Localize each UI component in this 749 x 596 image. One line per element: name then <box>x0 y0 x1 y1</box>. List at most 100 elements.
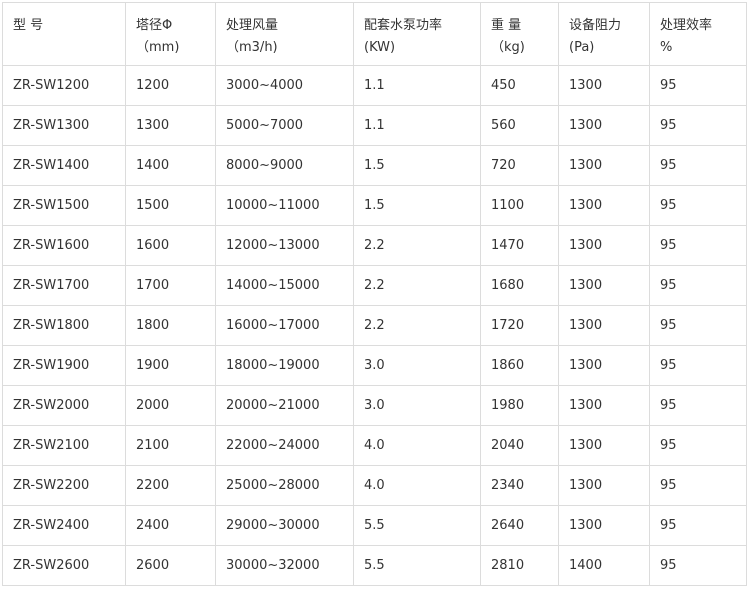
cell-efficiency: 95 <box>649 105 747 146</box>
cell-model: ZR-SW1900 <box>2 345 126 386</box>
header-row: 型 号 塔径Φ （mm) 处理风量 （m3/h) 配套水泵功率 (KW) 重 量… <box>2 2 747 66</box>
cell-efficiency: 95 <box>649 545 747 586</box>
cell-airflow: 20000~21000 <box>215 385 354 426</box>
cell-weight: 560 <box>480 105 559 146</box>
table-row: ZR-SW1200 1200 3000~4000 1.1 450 1300 95 <box>2 65 747 106</box>
cell-model: ZR-SW1600 <box>2 225 126 266</box>
cell-resistance: 1300 <box>558 425 650 466</box>
table-row: ZR-SW1800 1800 16000~17000 2.2 1720 1300 95 <box>2 305 747 346</box>
cell-resistance: 1300 <box>558 105 650 146</box>
cell-efficiency: 95 <box>649 465 747 506</box>
cell-airflow: 12000~13000 <box>215 225 354 266</box>
cell-resistance: 1300 <box>558 345 650 386</box>
header-cell-weight: 重 量 （kg) <box>480 2 559 66</box>
header-cell-resistance: 设备阻力 (Pa) <box>558 2 650 66</box>
cell-efficiency: 95 <box>649 345 747 386</box>
cell-weight: 2340 <box>480 465 559 506</box>
cell-weight: 1860 <box>480 345 559 386</box>
cell-airflow: 25000~28000 <box>215 465 354 506</box>
cell-pump-power: 5.5 <box>353 505 481 546</box>
cell-airflow: 16000~17000 <box>215 305 354 346</box>
header-unit: （m3/h) <box>226 40 278 55</box>
cell-pump-power: 2.2 <box>353 225 481 266</box>
header-label: 处理效率 <box>660 18 713 33</box>
cell-model: ZR-SW1800 <box>2 305 126 346</box>
cell-airflow: 29000~30000 <box>215 505 354 546</box>
cell-airflow: 8000~9000 <box>215 145 354 186</box>
cell-model: ZR-SW2400 <box>2 505 126 546</box>
cell-weight: 1100 <box>480 185 559 226</box>
cell-weight: 1470 <box>480 225 559 266</box>
cell-resistance: 1300 <box>558 65 650 106</box>
header-cell-efficiency: 处理效率 % <box>649 2 747 66</box>
cell-weight: 450 <box>480 65 559 106</box>
header-cell-airflow: 处理风量 （m3/h) <box>215 2 354 66</box>
cell-resistance: 1300 <box>558 225 650 266</box>
cell-diameter: 1600 <box>125 225 216 266</box>
table-row: ZR-SW1900 1900 18000~19000 3.0 1860 1300 95 <box>2 345 747 386</box>
cell-efficiency: 95 <box>649 505 747 546</box>
cell-efficiency: 95 <box>649 385 747 426</box>
header-label: 处理风量 <box>226 18 279 33</box>
cell-diameter: 1900 <box>125 345 216 386</box>
table-row: ZR-SW2000 2000 20000~21000 3.0 1980 1300 95 <box>2 385 747 426</box>
header-cell-pump-power: 配套水泵功率 (KW) <box>353 2 481 66</box>
cell-efficiency: 95 <box>649 185 747 226</box>
table-row: ZR-SW1300 1300 5000~7000 1.1 560 1300 95 <box>2 105 747 146</box>
cell-airflow: 30000~32000 <box>215 545 354 586</box>
header-cell-model: 型 号 <box>2 2 126 66</box>
cell-diameter: 2400 <box>125 505 216 546</box>
table-row: ZR-SW1700 1700 14000~15000 2.2 1680 1300 95 <box>2 265 747 306</box>
cell-diameter: 2600 <box>125 545 216 586</box>
cell-airflow: 22000~24000 <box>215 425 354 466</box>
cell-resistance: 1400 <box>558 545 650 586</box>
header-label: 设备阻力 <box>569 18 622 33</box>
cell-diameter: 1700 <box>125 265 216 306</box>
cell-airflow: 10000~11000 <box>215 185 354 226</box>
cell-airflow: 5000~7000 <box>215 105 354 146</box>
cell-diameter: 2100 <box>125 425 216 466</box>
cell-model: ZR-SW2100 <box>2 425 126 466</box>
cell-pump-power: 5.5 <box>353 545 481 586</box>
header-unit: (Pa) <box>569 40 595 55</box>
cell-pump-power: 1.1 <box>353 105 481 146</box>
header-unit: (KW) <box>364 40 396 55</box>
cell-resistance: 1300 <box>558 265 650 306</box>
cell-pump-power: 1.5 <box>353 185 481 226</box>
table-row: ZR-SW2100 2100 22000~24000 4.0 2040 1300 95 <box>2 425 747 466</box>
cell-weight: 1680 <box>480 265 559 306</box>
header-label: 配套水泵功率 <box>364 18 443 33</box>
header-unit: （kg) <box>491 40 525 55</box>
cell-pump-power: 4.0 <box>353 465 481 506</box>
header-unit: % <box>660 40 673 55</box>
table-row: ZR-SW1400 1400 8000~9000 1.5 720 1300 95 <box>2 145 747 186</box>
cell-model: ZR-SW1300 <box>2 105 126 146</box>
table-row: ZR-SW1600 1600 12000~13000 2.2 1470 1300 95 <box>2 225 747 266</box>
cell-model: ZR-SW1200 <box>2 65 126 106</box>
header-cell-diameter: 塔径Φ （mm) <box>125 2 216 66</box>
cell-resistance: 1300 <box>558 145 650 186</box>
cell-weight: 2640 <box>480 505 559 546</box>
table-row: ZR-SW2200 2200 25000~28000 4.0 2340 1300 95 <box>2 465 747 506</box>
cell-efficiency: 95 <box>649 305 747 346</box>
cell-model: ZR-SW1500 <box>2 185 126 226</box>
cell-airflow: 14000~15000 <box>215 265 354 306</box>
header-label: 塔径Φ <box>136 18 173 33</box>
cell-weight: 1720 <box>480 305 559 346</box>
cell-airflow: 18000~19000 <box>215 345 354 386</box>
cell-pump-power: 1.5 <box>353 145 481 186</box>
cell-airflow: 3000~4000 <box>215 65 354 106</box>
cell-weight: 1980 <box>480 385 559 426</box>
table-row: ZR-SW2400 2400 29000~30000 5.5 2640 1300 95 <box>2 505 747 546</box>
table-body: ZR-SW1200 1200 3000~4000 1.1 450 1300 95 ZR-SW1… <box>2 65 747 586</box>
cell-resistance: 1300 <box>558 385 650 426</box>
cell-efficiency: 95 <box>649 145 747 186</box>
spec-table: 型 号 塔径Φ （mm) 处理风量 （m3/h) 配套水泵功率 (KW) 重 量… <box>2 2 747 586</box>
cell-resistance: 1300 <box>558 505 650 546</box>
cell-weight: 2040 <box>480 425 559 466</box>
cell-model: ZR-SW2000 <box>2 385 126 426</box>
cell-efficiency: 95 <box>649 265 747 306</box>
header-unit: （mm) <box>136 40 180 55</box>
cell-resistance: 1300 <box>558 465 650 506</box>
table-row: ZR-SW2600 2600 30000~32000 5.5 2810 1400 95 <box>2 545 747 586</box>
